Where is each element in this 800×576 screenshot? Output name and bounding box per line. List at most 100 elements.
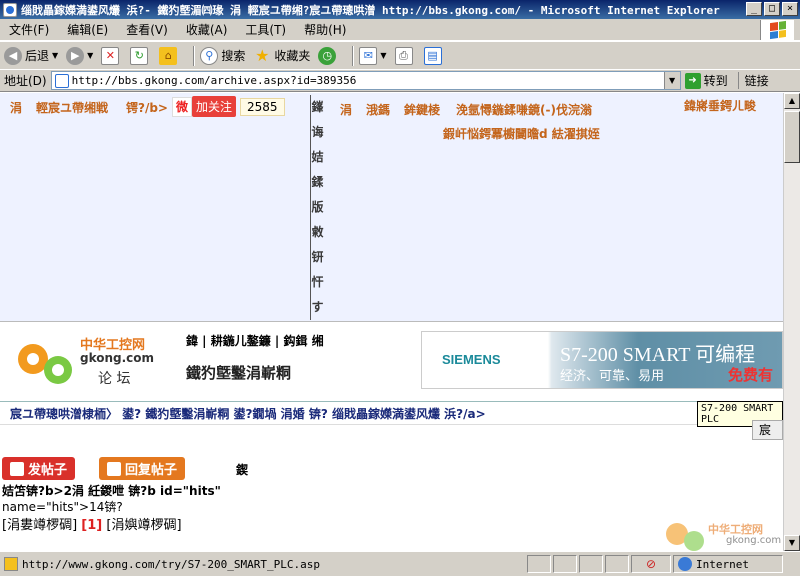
- nav-item[interactable]: 涓: [10, 99, 22, 116]
- forum-title: 鐵犳墍鑿涓嶄粡: [186, 364, 292, 382]
- nav-item[interactable]: 浼氬憳鍦鍒嗛鏡(-)伐浣滃: [456, 101, 592, 118]
- logo-forum: 论 坛: [98, 371, 131, 387]
- vertical-char: 诲: [311, 125, 324, 139]
- nav-item[interactable]: 鍜屽悩鍔冪櫥闄曕d 紶濯掑姪: [443, 125, 600, 142]
- security-zone[interactable]: Internet: [673, 555, 783, 573]
- star-icon: ★: [255, 46, 270, 65]
- stop-button[interactable]: ✕: [101, 46, 122, 65]
- post-stats-line1: 姞笘锛?b>2涓 紝鍐呭 锛?b id="hits": [2, 484, 221, 498]
- address-dropdown-icon[interactable]: ▼: [663, 72, 680, 89]
- vertical-char: 鍒: [311, 175, 324, 189]
- back-button[interactable]: ◀ 后退 ▼: [4, 46, 58, 65]
- breadcrumb: 宸ユ帶璁哄潧棣栭〉 鍙? 鐵犳墍鑿涓嶄粡 鍙?鐗堝 涓婚 锛? 缁戝畾鎵嬫満鍙风…: [0, 401, 783, 425]
- page-1-link[interactable]: [1]: [81, 518, 102, 533]
- stop-icon: ✕: [101, 46, 120, 65]
- menu-favorites[interactable]: 收藏(A): [177, 21, 237, 38]
- nav-item[interactable]: 涐鎷: [366, 101, 390, 118]
- banner-brand: SIEMENS: [442, 352, 501, 367]
- page-content: 涓 輕宸ユ帶缃戦 锷?/b> 微 加关注 2585 鎽 诲 姞 鍒 版 敹 钘 …: [0, 93, 783, 551]
- scroll-down-button[interactable]: ▼: [784, 535, 800, 551]
- menu-help[interactable]: 帮助(H): [295, 21, 355, 38]
- vertical-scrollbar[interactable]: ▲ ▼: [783, 93, 800, 551]
- history-button[interactable]: ◷: [318, 46, 339, 65]
- links-button[interactable]: 链接: [737, 72, 769, 89]
- minimize-button[interactable]: _: [746, 2, 762, 16]
- print-button[interactable]: ⎙: [394, 46, 416, 65]
- menu-file[interactable]: 文件(F): [0, 21, 58, 38]
- loading-icon: [4, 557, 18, 571]
- go-arrow-icon: ➜: [684, 72, 701, 89]
- home-icon: ⌂: [159, 46, 178, 65]
- window-title: 缁戝畾鎵嬫満鍙风爜 浜?- 鐵犳墍湄㈣瑑 涓 輕宸ユ帶缃?宸ユ帶璁哄潧 http…: [21, 3, 720, 17]
- siemens-banner[interactable]: SIEMENS S7-200 SMART 可编程 经济、可靠、易用 免费有: [421, 331, 783, 389]
- home-button[interactable]: ⌂: [159, 46, 180, 65]
- reply-icon: [107, 461, 122, 476]
- history-icon: ◷: [318, 46, 337, 65]
- scroll-thumb[interactable]: [784, 111, 800, 163]
- forward-button[interactable]: ▶ ▼: [66, 46, 93, 65]
- weibo-icon: 微: [172, 96, 192, 117]
- go-label: 转到: [703, 74, 728, 88]
- refresh-button[interactable]: ↻: [130, 46, 151, 65]
- address-url[interactable]: http://bbs.gkong.com/archive.aspx?id=389…: [72, 74, 357, 87]
- follow-button[interactable]: 加关注: [192, 96, 237, 117]
- status-cell: [605, 555, 629, 573]
- gkong-watermark: 中华工控网 gkong.com: [666, 521, 783, 551]
- nav-item[interactable]: 涓: [340, 101, 352, 118]
- gear-hole: [27, 353, 39, 365]
- back-label: 后退: [25, 49, 50, 63]
- mail-button[interactable]: ✉ ▼: [359, 46, 387, 65]
- menu-edit[interactable]: 编辑(E): [58, 21, 117, 38]
- banner-free: 免费有: [728, 366, 774, 384]
- breadcrumb-text[interactable]: 宸ユ帶璁哄潧棣栭〉 鍙? 鐵犳墍鑿涓嶄粡 鍙?鐗堝 涓婚 锛? 缁戝畾鎵嬫満鍙风…: [10, 405, 486, 422]
- windows-logo: [760, 20, 794, 40]
- status-url: http://www.gkong.com/try/S7-200_SMART_PL…: [22, 557, 321, 571]
- address-input[interactable]: http://bbs.gkong.com/archive.aspx?id=389…: [50, 71, 681, 90]
- reply-post-button[interactable]: 回复帖子: [99, 457, 186, 480]
- prev-page-link[interactable]: [涓婁竴椤碉]: [2, 518, 77, 533]
- weibo-follow[interactable]: 微 加关注 2585: [172, 96, 285, 117]
- scroll-up-button[interactable]: ▲: [784, 93, 800, 109]
- zone-label: Internet: [696, 557, 749, 571]
- gear-hole: [52, 364, 64, 376]
- favorites-button[interactable]: ★ 收藏夹: [253, 46, 310, 65]
- chevron-down-icon[interactable]: ▼: [380, 51, 386, 60]
- nav-item[interactable]: 锷?/b>: [126, 99, 168, 116]
- nav-item[interactable]: 輕宸ユ帶缃戦: [36, 99, 108, 116]
- gear-icon: [684, 531, 704, 551]
- menu-view[interactable]: 查看(V): [117, 21, 177, 38]
- nav-item[interactable]: 鉾鍵棱: [404, 101, 440, 118]
- status-bar: http://www.gkong.com/try/S7-200_SMART_PL…: [0, 551, 800, 576]
- header-links[interactable]: 鍏 | 耕鍦儿鏊鐮 | 鈎鍓 缃: [186, 332, 324, 349]
- new-post-button[interactable]: 发帖子: [2, 457, 76, 480]
- vertical-char: 忓: [311, 275, 324, 289]
- edit-button[interactable]: ▤: [423, 46, 445, 65]
- banner-tagline: 经济、可靠、易用: [560, 369, 665, 384]
- maximize-button[interactable]: □: [764, 2, 780, 16]
- menu-tools[interactable]: 工具(T): [236, 21, 295, 38]
- follow-count: 2585: [240, 97, 285, 116]
- go-button[interactable]: ➜ 转到: [684, 72, 728, 89]
- address-bar: 地址(D) http://bbs.gkong.com/archive.aspx?…: [0, 70, 800, 92]
- vertical-char: す: [311, 300, 324, 314]
- edit-page-icon: ▤: [423, 46, 442, 65]
- gkong-logo[interactable]: 中华工控网 gkong.com 论 坛: [18, 334, 158, 388]
- new-post-label: 发帖子: [28, 463, 68, 478]
- chevron-down-icon[interactable]: ▼: [87, 51, 93, 60]
- status-cell: [579, 555, 603, 573]
- side-button[interactable]: 宸: [752, 420, 783, 440]
- chevron-down-icon[interactable]: ▼: [52, 51, 58, 60]
- next-page-link[interactable]: [涓嬩竴椤碉]: [106, 518, 181, 533]
- search-button[interactable]: ⚲ 搜索: [200, 46, 245, 65]
- page-icon: [54, 73, 69, 88]
- vertical-char: 钘: [311, 250, 324, 264]
- title-bar: 缁戝畾鎵嬫満鍙风爜 浜?- 鐵犳墍湄㈣瑑 涓 輕宸ユ帶缃?宸ユ帶璁哄潧 http…: [0, 0, 800, 19]
- post-stats-line2: name="hits">14锛?: [2, 500, 123, 514]
- nav-item[interactable]: 鍏嶈垂鍔ㄦ畯: [684, 97, 756, 114]
- forum-header: 中华工控网 gkong.com 论 坛 鍏 | 耕鍦儿鏊鐮 | 鈎鍓 缃 鐵犳墍…: [0, 321, 783, 401]
- top-navigation: 涓 輕宸ユ帶缃戦 锷?/b> 微 加关注 2585 鎽 诲 姞 鍒 版 敹 钘 …: [0, 93, 783, 321]
- banner-product: S7-200 SMART 可编程: [560, 344, 756, 366]
- close-button[interactable]: ×: [782, 2, 798, 16]
- reply-post-label: 回复帖子: [125, 463, 178, 478]
- privacy-cell[interactable]: ⊘: [631, 555, 671, 573]
